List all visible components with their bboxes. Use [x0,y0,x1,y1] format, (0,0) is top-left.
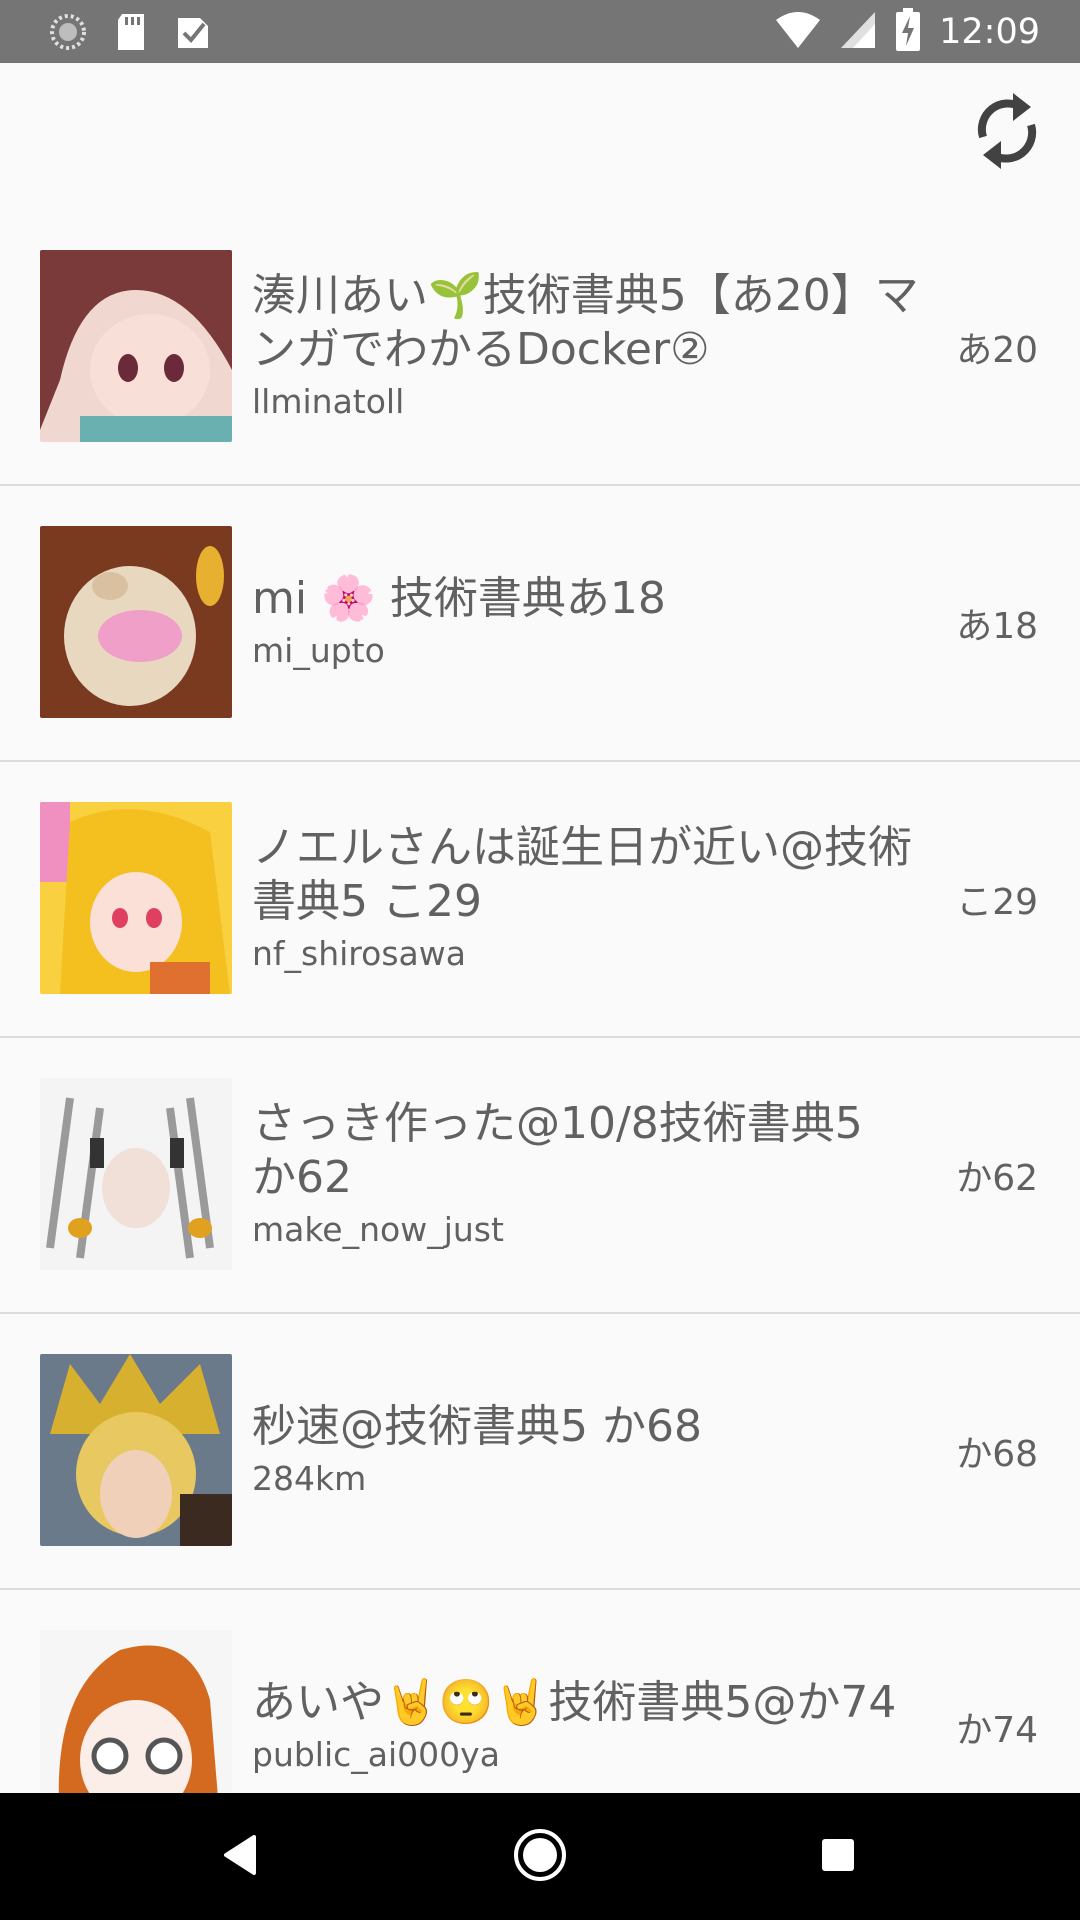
recents-square-icon [818,1835,858,1879]
back-button[interactable] [204,1821,276,1893]
circle-list: 湊川あい🌱技術書典5【あ20】マンガでわかるDocker② llminatoll… [0,210,1080,1793]
list-item[interactable]: 秒速@技術書典5 か68 284km か68 [0,1314,1080,1590]
toolbar [0,63,1080,223]
back-triangle-icon [220,1833,260,1881]
circle-title: mi 🌸 技術書典あ18 [252,573,666,624]
circle-user: make_now_just [252,1210,504,1249]
circle-space: あ20 [956,330,1038,371]
item-texts: 湊川あい🌱技術書典5【あ20】マンガでわかるDocker② llminatoll [252,210,920,484]
circle-space: あ18 [956,606,1038,647]
circle-title: 湊川あい🌱技術書典5【あ20】マンガでわかるDocker② [252,270,919,375]
status-left-icons [48,12,214,56]
circle-space: か62 [956,1158,1038,1199]
item-texts: さっき作った@10/8技術書典5 か62 make_now_just [252,1038,920,1312]
avatar [40,1354,232,1546]
status-bar: 12:09 [0,0,1080,63]
circle-user: mi_upto [252,631,385,670]
avatar [40,802,232,994]
item-texts: ノエルさんは誕生日が近い@技術書典5 こ29 nf_shirosawa [252,762,920,1036]
item-texts: あいや🤘🙄🤘技術書典5@か74 public_ai000ya [252,1590,920,1793]
circle-title: 秒速@技術書典5 か68 [252,1401,702,1452]
avatar [40,1078,232,1270]
avatar [40,250,232,442]
circle-title: さっき作った@10/8技術書典5 か62 [252,1098,863,1203]
circle-title: ノエルさんは誕生日が近い@技術書典5 こ29 [252,822,912,927]
circle-user: llminatoll [252,382,405,421]
circle-user: public_ai000ya [252,1735,500,1774]
clipboard-check-icon [174,12,214,56]
avatar [40,526,232,718]
recents-button[interactable] [802,1821,874,1893]
wifi-icon [775,10,821,54]
list-item[interactable]: ノエルさんは誕生日が近い@技術書典5 こ29 nf_shirosawa こ29 [0,762,1080,1038]
refresh-button[interactable] [962,88,1052,178]
list-item[interactable]: mi 🌸 技術書典あ18 mi_upto あ18 [0,486,1080,762]
status-right-icons: 12:09 [775,8,1040,56]
circle-title: あいや🤘🙄🤘技術書典5@か74 [252,1677,897,1728]
circle-space: か74 [956,1710,1038,1751]
status-clock: 12:09 [939,12,1040,52]
cell-signal-icon [839,10,877,54]
sync-spinner-icon [48,12,88,56]
circle-space: こ29 [956,882,1038,923]
circle-user: 284km [252,1459,367,1498]
home-button[interactable] [504,1821,576,1893]
list-item[interactable]: さっき作った@10/8技術書典5 か62 make_now_just か62 [0,1038,1080,1314]
list-item[interactable]: あいや🤘🙄🤘技術書典5@か74 public_ai000ya か74 [0,1590,1080,1793]
battery-charging-icon [895,8,921,56]
home-circle-icon [513,1828,567,1886]
item-texts: 秒速@技術書典5 か68 284km [252,1314,920,1588]
circle-user: nf_shirosawa [252,934,466,973]
refresh-icon [969,89,1045,177]
avatar [40,1630,232,1793]
circle-space: か68 [956,1434,1038,1475]
navigation-bar [0,1793,1080,1920]
item-texts: mi 🌸 技術書典あ18 mi_upto [252,486,920,760]
list-item[interactable]: 湊川あい🌱技術書典5【あ20】マンガでわかるDocker② llminatoll… [0,210,1080,486]
sd-card-icon [114,12,148,56]
